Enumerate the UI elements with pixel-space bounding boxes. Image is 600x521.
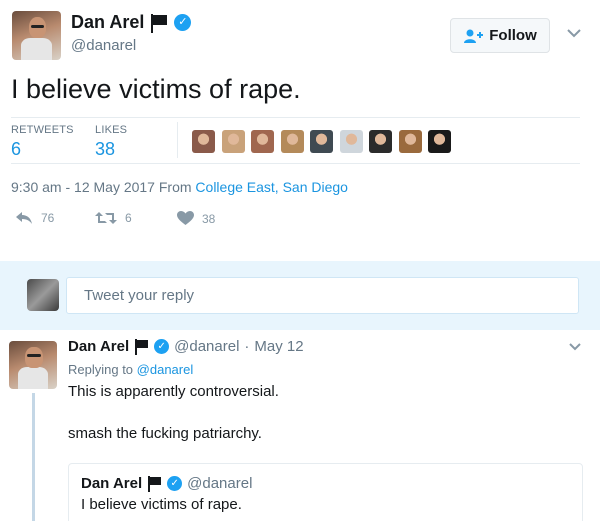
flag-icon [148,476,162,492]
add-user-icon [464,29,484,43]
tweet-timestamp: 9:30 am - 12 May 2017 From College East,… [11,179,348,195]
separator-dot: · [244,338,250,355]
liker-avatar[interactable] [192,130,215,153]
retweets-stat[interactable]: RETWEETS 6 [11,124,74,160]
quoted-tweet[interactable]: Dan Arel ✓ @danarel I believe victims of… [68,463,583,521]
liker-avatar[interactable] [221,130,245,153]
quoted-header: Dan Arel ✓ @danarel [81,475,252,492]
reply-date[interactable]: May 12 [254,338,303,355]
likes-count: 38 [95,139,116,159]
reply-author-handle[interactable]: @danarel [174,338,239,355]
follow-label: Follow [489,27,537,44]
reply-input[interactable]: Tweet your reply [66,277,579,314]
retweets-label: RETWEETS [11,124,74,136]
like-count: 38 [202,211,216,226]
reply-author-name[interactable]: Dan Arel [68,338,129,355]
likes-stat[interactable]: LIKES 38 [95,124,127,160]
reply-count: 76 [41,211,55,225]
location-link[interactable]: College East, San Diego [195,179,348,195]
tweet-time: 9:30 am - 12 May 2017 From [11,179,196,195]
replying-to: Replying to @danarel [68,362,193,377]
quoted-text: I believe victims of rape. [81,496,242,513]
quoted-author-handle: @danarel [187,475,253,492]
like-action[interactable]: 38 [177,211,215,226]
liker-avatar[interactable] [339,130,363,153]
liker-avatar[interactable] [251,130,274,153]
author-name[interactable]: Dan Arel [71,12,144,33]
reply-author-avatar[interactable] [9,341,57,389]
tweet-text: I believe victims of rape. [11,74,301,104]
verified-badge-icon: ✓ [174,14,192,31]
liker-avatar[interactable] [369,130,392,153]
chevron-down-icon[interactable] [567,28,581,38]
liker-avatar[interactable] [280,130,304,153]
verified-badge-icon: ✓ [167,476,183,491]
flag-icon [151,13,168,33]
flag-icon [135,339,149,355]
reply-text-line-1: This is apparently controversial. [68,383,279,400]
viewer-avatar [27,279,59,311]
quoted-author-name: Dan Arel [81,475,143,492]
reply-text-line-2: smash the fucking patriarchy. [68,425,262,442]
liker-avatar[interactable] [398,130,422,153]
retweet-count: 6 [125,211,132,225]
reply-action[interactable]: 76 [15,211,54,225]
author-info: Dan Arel ✓ @danarel [71,12,192,54]
author-avatar[interactable] [12,11,61,60]
follow-button[interactable]: Follow [450,18,550,53]
heart-icon [177,211,194,225]
retweet-icon [95,212,117,224]
retweet-action[interactable]: 6 [95,211,132,225]
replying-to-label: Replying to [68,362,134,377]
reply-icon [16,212,32,224]
liker-avatar[interactable] [428,130,451,153]
verified-badge-icon: ✓ [154,339,170,354]
author-handle[interactable]: @danarel [71,37,191,54]
likes-label: LIKES [95,124,128,136]
retweets-count: 6 [11,139,22,159]
liker-avatar[interactable] [310,130,333,153]
reply-placeholder: Tweet your reply [84,287,195,304]
chevron-down-icon[interactable] [569,342,581,351]
thread-line [32,393,35,521]
replying-to-handle[interactable]: @danarel [137,362,194,377]
reply-header: Dan Arel ✓ @danarel · May 12 [68,338,304,355]
